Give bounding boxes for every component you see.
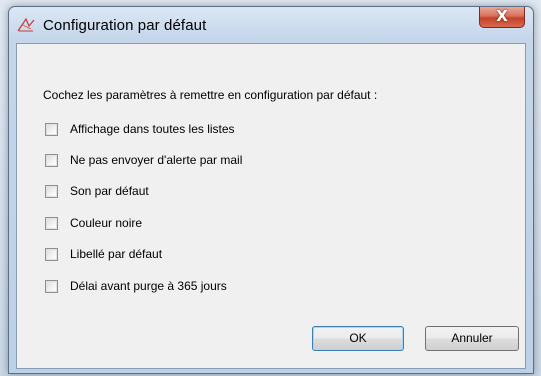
- dialog-window: Configuration par défaut X Cochez les pa…: [8, 6, 534, 374]
- checkbox-label: Délai avant purge à 365 jours: [70, 279, 227, 293]
- title-bar[interactable]: Configuration par défaut X: [9, 7, 533, 43]
- checkbox-label: Ne pas envoyer d'alerte par mail: [70, 153, 243, 167]
- close-icon: X: [496, 7, 508, 25]
- checkbox-label: Couleur noire: [70, 216, 143, 230]
- checkbox-label: Son par défaut: [70, 184, 149, 198]
- instruction-text: Cochez les paramètres à remettre en conf…: [43, 88, 378, 102]
- checkbox-label: Libellé par défaut: [70, 247, 163, 261]
- window-title: Configuration par défaut: [43, 17, 207, 34]
- checkbox[interactable]: [45, 280, 58, 293]
- checkbox[interactable]: [45, 217, 58, 230]
- checkbox[interactable]: [45, 154, 58, 167]
- app-logo-icon: [17, 17, 35, 32]
- ok-button[interactable]: OK: [312, 326, 404, 351]
- checkbox[interactable]: [45, 123, 58, 136]
- checkbox[interactable]: [45, 248, 58, 261]
- close-button[interactable]: X: [479, 7, 525, 28]
- cancel-button[interactable]: Annuler: [425, 326, 519, 351]
- checkbox-label: Affichage dans toutes les listes: [70, 122, 235, 136]
- checkbox[interactable]: [45, 185, 58, 198]
- dialog-body: Cochez les paramètres à remettre en conf…: [16, 43, 526, 369]
